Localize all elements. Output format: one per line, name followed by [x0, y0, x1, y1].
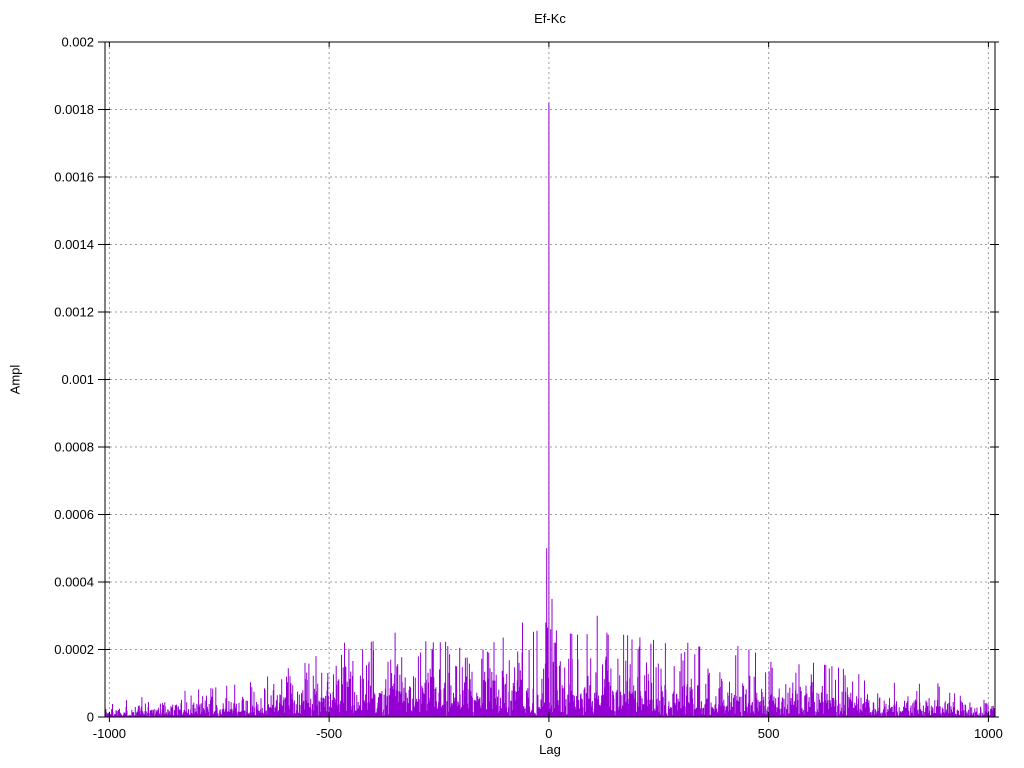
grid-lines: [105, 41, 995, 718]
y-tick-label: 0.0008: [54, 440, 94, 455]
y-tick-label: 0.0002: [54, 642, 94, 657]
x-tick-label: -1000: [93, 726, 126, 741]
y-tick-label: 0.001: [61, 372, 94, 387]
x-tick-label: -500: [316, 726, 342, 741]
y-tick-label: 0.0018: [54, 102, 94, 117]
x-tick-label: 500: [758, 726, 780, 741]
impulse-series: [104, 102, 996, 717]
y-tick-label: 0.0004: [54, 575, 94, 590]
y-tick-label: 0.0006: [54, 507, 94, 522]
y-tick-label: 0.0016: [54, 170, 94, 185]
y-tick-label: 0: [87, 710, 94, 725]
y-tick-label: 0.0014: [54, 237, 94, 252]
x-axis-label: Lag: [539, 742, 561, 757]
chart-canvas: 0 0.0002 0.0004 0.0006 0.0008 0.001 0.0012 0.00…: [54, 35, 1003, 742]
y-axis-label: Ampl: [7, 364, 23, 395]
chart: Ef-Kc Ampl Lag 0 0.0002 0.0004 0.0006 0.0008…: [0, 0, 1024, 768]
y-tick-label: 0.002: [61, 35, 94, 50]
x-tick-label: 0: [545, 726, 552, 741]
y-tick-label: 0.0012: [54, 305, 94, 320]
chart-title: Ef-Kc: [534, 11, 566, 26]
x-tick-label: 1000: [974, 726, 1003, 741]
